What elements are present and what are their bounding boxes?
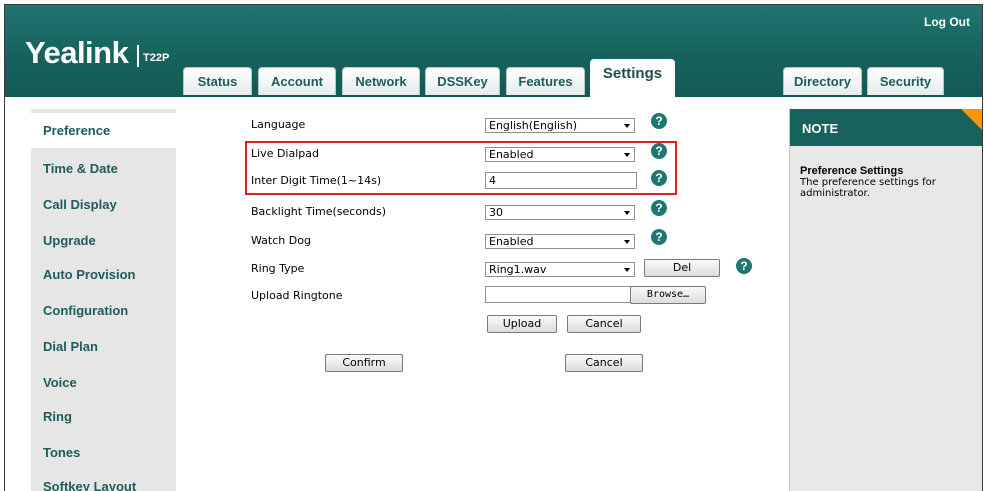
backlight-value: 30 [489, 206, 503, 219]
note-header: NOTE [790, 109, 982, 146]
note-heading: NOTE [802, 121, 839, 136]
upload-button[interactable]: Upload [487, 315, 557, 333]
note-title: Preference Settings [800, 165, 904, 177]
sidebar-item-configuration[interactable]: Configuration [43, 303, 128, 318]
cancel-button[interactable]: Cancel [565, 354, 643, 372]
sidebar-item-time-date[interactable]: Time & Date [43, 161, 118, 176]
logo-separator [137, 45, 139, 67]
chevron-down-icon [624, 211, 630, 215]
live-dialpad-select[interactable]: Enabled [485, 147, 635, 162]
sidebar-item-preference[interactable]: Preference [31, 113, 176, 148]
header-bar: Yealink T22P Log Out Status Account Netw… [5, 5, 982, 98]
language-label: Language [251, 118, 306, 131]
ring-type-select[interactable]: Ring1.wav [485, 262, 635, 277]
tab-security[interactable]: Security [867, 67, 944, 95]
live-dialpad-label: Live Dialpad [251, 147, 319, 160]
backlight-label: Backlight Time(seconds) [251, 205, 387, 218]
browser-frame: Yealink T22P Log Out Status Account Netw… [4, 4, 983, 491]
sidebar-item-label: Preference [43, 123, 111, 138]
note-text: The preference settings for administrato… [800, 177, 936, 199]
live-dialpad-value: Enabled [489, 148, 534, 161]
language-select[interactable]: English(English) [485, 118, 635, 133]
note-corner-icon [961, 109, 982, 130]
chevron-down-icon [624, 124, 630, 128]
sidebar-item-voice[interactable]: Voice [43, 375, 77, 390]
help-icon[interactable]: ? [651, 113, 667, 129]
tab-settings[interactable]: Settings [590, 59, 675, 98]
del-button[interactable]: Del [644, 259, 720, 277]
sidebar-item-ring[interactable]: Ring [43, 409, 72, 424]
inter-digit-input[interactable]: 4 [485, 172, 637, 189]
upload-ringtone-label: Upload Ringtone [251, 289, 343, 302]
tab-status[interactable]: Status [183, 67, 252, 95]
browse-button[interactable]: Browse… [630, 286, 706, 304]
model-label: T22P [143, 52, 170, 64]
sidebar-item-call-display[interactable]: Call Display [43, 197, 117, 212]
sidebar-item-dial-plan[interactable]: Dial Plan [43, 339, 98, 354]
tab-network[interactable]: Network [342, 67, 420, 95]
tab-account[interactable]: Account [258, 67, 336, 95]
upload-file-input[interactable] [485, 286, 631, 303]
help-icon[interactable]: ? [651, 200, 667, 216]
chevron-down-icon [624, 153, 630, 157]
ring-type-label: Ring Type [251, 262, 305, 275]
backlight-select[interactable]: 30 [485, 205, 635, 220]
chevron-down-icon [624, 268, 630, 272]
ring-type-value: Ring1.wav [489, 263, 547, 276]
help-icon[interactable]: ? [651, 143, 667, 159]
watch-dog-label: Watch Dog [251, 234, 311, 247]
help-icon[interactable]: ? [651, 229, 667, 245]
help-icon[interactable]: ? [651, 170, 667, 186]
watch-dog-select[interactable]: Enabled [485, 234, 635, 249]
tab-directory[interactable]: Directory [783, 67, 862, 95]
language-value: English(English) [489, 119, 578, 132]
tab-features[interactable]: Features [506, 67, 585, 95]
sidebar-item-auto-provision[interactable]: Auto Provision [43, 267, 135, 282]
sidebar-item-tones[interactable]: Tones [43, 445, 80, 460]
sidebar-nav: Preference Time & Date Call Display Upgr… [31, 109, 176, 491]
watch-dog-value: Enabled [489, 235, 534, 248]
sidebar-item-softkey-layout[interactable]: Softkey Layout [43, 479, 136, 491]
tab-bar: Status Account Network DSSKey Features S… [175, 59, 975, 98]
help-icon[interactable]: ? [736, 258, 752, 274]
sidebar-item-upgrade[interactable]: Upgrade [43, 233, 96, 248]
chevron-down-icon [624, 240, 630, 244]
yealink-logo: Yealink [25, 35, 129, 70]
upload-cancel-button[interactable]: Cancel [567, 315, 641, 333]
logout-link[interactable]: Log Out [924, 15, 970, 29]
inter-digit-label: Inter Digit Time(1~14s) [251, 174, 382, 187]
tab-dsskey[interactable]: DSSKey [425, 67, 500, 95]
confirm-button[interactable]: Confirm [325, 354, 403, 372]
note-panel: NOTE Preference Settings The preference … [789, 109, 982, 491]
